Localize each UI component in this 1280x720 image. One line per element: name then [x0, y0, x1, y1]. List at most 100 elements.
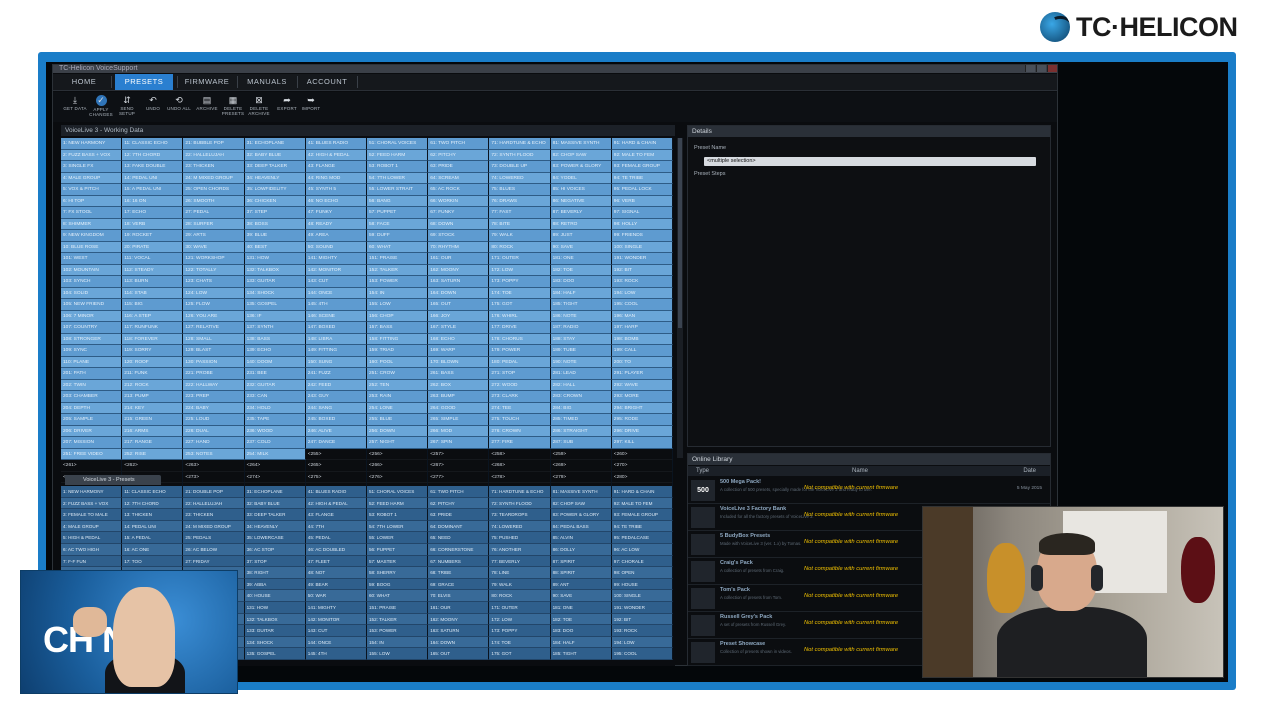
preset-cell[interactable]: 69: GRACE [428, 578, 490, 591]
working-preset-cell[interactable]: 126: YOU ARE [183, 310, 245, 322]
preset-cell[interactable]: 2: FUZZ BASS + VOX [61, 497, 123, 510]
working-preset-cell[interactable]: 102: MOUNTAIN [61, 264, 123, 276]
working-preset-cell[interactable]: 125: FLOW [183, 299, 245, 311]
working-preset-cell[interactable]: 147: BOXED [305, 322, 367, 334]
working-preset-cell[interactable]: 226: DUAL [183, 425, 245, 437]
preset-cell[interactable]: 151: PRAISE [367, 601, 429, 614]
working-preset-cell[interactable]: 81: MASSIVE SYNTH [550, 138, 612, 150]
preset-cell[interactable]: 68: TRIBE [428, 567, 490, 579]
working-preset-cell[interactable]: 67: FUNKY [428, 207, 490, 219]
working-preset-cell[interactable]: 62: PITCHY [428, 149, 490, 161]
working-preset-cell[interactable]: 190: NOTE [550, 356, 612, 368]
preset-cell[interactable]: 155: LOW [367, 648, 429, 660]
working-preset-cell[interactable]: 144: ONCE [305, 287, 367, 299]
preset-cell[interactable]: 73: TEARDROPS [489, 509, 551, 521]
working-preset-cell[interactable]: <273> [183, 471, 245, 483]
working-preset-cell[interactable]: 167: STYLE [428, 322, 490, 334]
working-preset-cell[interactable]: 43: FLANGE [305, 161, 367, 173]
working-preset-cell[interactable]: 109: SYNC [61, 345, 123, 357]
working-preset-cell[interactable]: <264> [244, 460, 306, 472]
col-type[interactable]: Type [696, 466, 709, 476]
apply-changes-button[interactable]: ✓ APPLY CHANGES [89, 94, 113, 120]
working-preset-cell[interactable]: 73: DOUBLE UP [489, 161, 551, 173]
preset-cell[interactable]: 72: SYNTH FLOOD [489, 497, 551, 510]
working-preset-cell[interactable]: 15: A PEDAL UNI [122, 184, 184, 196]
working-preset-cell[interactable]: <265> [305, 460, 367, 472]
import-button[interactable]: ➥ IMPORT [299, 94, 323, 120]
working-preset-cell[interactable]: 19: ROCKET [122, 230, 184, 242]
preset-cell[interactable]: 154: IN [367, 636, 429, 649]
working-preset-cell[interactable]: 216: ARMS [122, 425, 184, 437]
working-preset-cell[interactable]: 176: WHIRL [489, 310, 551, 322]
working-preset-cell[interactable]: 272: WOOD [489, 379, 551, 391]
working-preset-cell[interactable]: <279> [550, 471, 612, 483]
preset-cell[interactable]: 32: BABY BLUE [244, 497, 306, 510]
nav-presets[interactable]: PRESETS [115, 74, 173, 90]
working-preset-cell[interactable]: 235: TAPE [244, 414, 306, 426]
preset-cell[interactable]: 153: POWER [367, 625, 429, 637]
preset-cell[interactable]: 48: NOT [305, 567, 367, 579]
preset-cell[interactable]: 182: TOE [550, 613, 612, 626]
preset-cell[interactable]: 95: PEDALCASE [611, 532, 673, 544]
preset-cell[interactable]: 33: DEEP TALKER [244, 509, 306, 521]
working-preset-cell[interactable]: 184: HALF [550, 287, 612, 299]
working-preset-cell[interactable]: 282: HALL [550, 379, 612, 391]
working-preset-cell[interactable]: 40: BEST [244, 241, 306, 253]
working-preset-cell[interactable]: 12: 7TH CHORD [122, 149, 184, 161]
working-preset-cell[interactable]: 232: GUITAR [244, 379, 306, 391]
working-preset-cell[interactable]: 17: ECHO [122, 207, 184, 219]
working-preset-cell[interactable]: 197: HARP [611, 322, 673, 334]
working-preset-cell[interactable]: 128: SMALL [183, 333, 245, 345]
export-button[interactable]: ➦ EXPORT [275, 94, 299, 120]
working-preset-cell[interactable]: 168: ECHO [428, 333, 490, 345]
working-preset-cell[interactable]: 35: LOWFIDELITY [244, 184, 306, 196]
working-preset-cell[interactable]: 96: VERB [611, 195, 673, 207]
preset-cell[interactable]: 175: GOT [489, 648, 551, 660]
working-preset-cell[interactable]: 130: PASSION [183, 356, 245, 368]
working-preset-cell[interactable]: 117: RUNFUNK [122, 322, 184, 334]
working-preset-cell[interactable]: 20: PIRATE [122, 241, 184, 253]
working-preset-cell[interactable]: 245: BOXED [305, 414, 367, 426]
working-preset-cell[interactable]: 110: PLANE [61, 356, 123, 368]
working-preset-cell[interactable]: 139: ECHO [244, 345, 306, 357]
working-preset-cell[interactable]: 103: SYNCH [61, 276, 123, 288]
preset-cell[interactable]: 21: DOUBLE POP [183, 486, 245, 498]
preset-cell[interactable]: 142: MONITOR [305, 613, 367, 626]
preset-cell[interactable]: 12: 7TH CHORD [122, 497, 184, 510]
working-preset-cell[interactable]: 4: MALE GROUP [61, 172, 123, 184]
working-preset-cell[interactable]: 32: BABY BLUE [244, 149, 306, 161]
working-preset-cell[interactable]: 149: FITTING [305, 345, 367, 357]
working-preset-cell[interactable]: 34: HEAVENLY [244, 172, 306, 184]
preset-cell[interactable]: 66: CORNERSTONE [428, 543, 490, 556]
preset-cell[interactable]: 70: ELVIS [428, 590, 490, 602]
working-preset-cell[interactable]: 141: MIGHTY [305, 253, 367, 265]
working-preset-cell[interactable]: 188: STAY [550, 333, 612, 345]
preset-cell[interactable]: 78: LINE [489, 567, 551, 579]
working-preset-cell[interactable]: 231: BEE [244, 368, 306, 380]
preset-cell[interactable]: 14: PEDAL UNI [122, 520, 184, 533]
working-preset-cell[interactable]: 153: POWER [367, 276, 429, 288]
working-preset-cell[interactable]: 74: LOWERED [489, 172, 551, 184]
working-preset-cell[interactable]: 36: CHICKEN [244, 195, 306, 207]
scrollbar-thumb[interactable] [678, 138, 682, 328]
preset-cell[interactable]: 64: DOMINANT [428, 520, 490, 533]
working-preset-cell[interactable]: 163: SATURN [428, 276, 490, 288]
preset-cell[interactable]: 41: BLUES RADIO [305, 486, 367, 498]
working-preset-cell[interactable]: 203: CHAMBER [61, 391, 123, 403]
working-preset-cell[interactable]: 28: SURFER [183, 218, 245, 230]
working-preset-cell[interactable]: 286: STRAIGHT [550, 425, 612, 437]
working-preset-cell[interactable]: 18: VERB [122, 218, 184, 230]
working-preset-cell[interactable]: 6: HI TOP [61, 195, 123, 207]
preset-cell[interactable]: 86: DOLLY [550, 543, 612, 556]
working-preset-cell[interactable]: 64: SCREAM [428, 172, 490, 184]
preset-cell[interactable]: 60: WHAT [367, 590, 429, 602]
preset-cell[interactable]: 36: AC STOP [244, 543, 306, 556]
working-preset-cell[interactable]: 297: KILL [611, 437, 673, 449]
working-preset-cell[interactable]: 120: ROOF [122, 356, 184, 368]
working-preset-cell[interactable]: 37: STEP [244, 207, 306, 219]
preset-cell[interactable]: 27: FRIDAY [183, 555, 245, 568]
col-name[interactable]: Name [852, 466, 868, 476]
working-preset-cell[interactable]: 273: CLARK [489, 391, 551, 403]
working-preset-cell[interactable]: 237: COLD [244, 437, 306, 449]
working-preset-cell[interactable]: 171: OUTER [489, 253, 551, 265]
